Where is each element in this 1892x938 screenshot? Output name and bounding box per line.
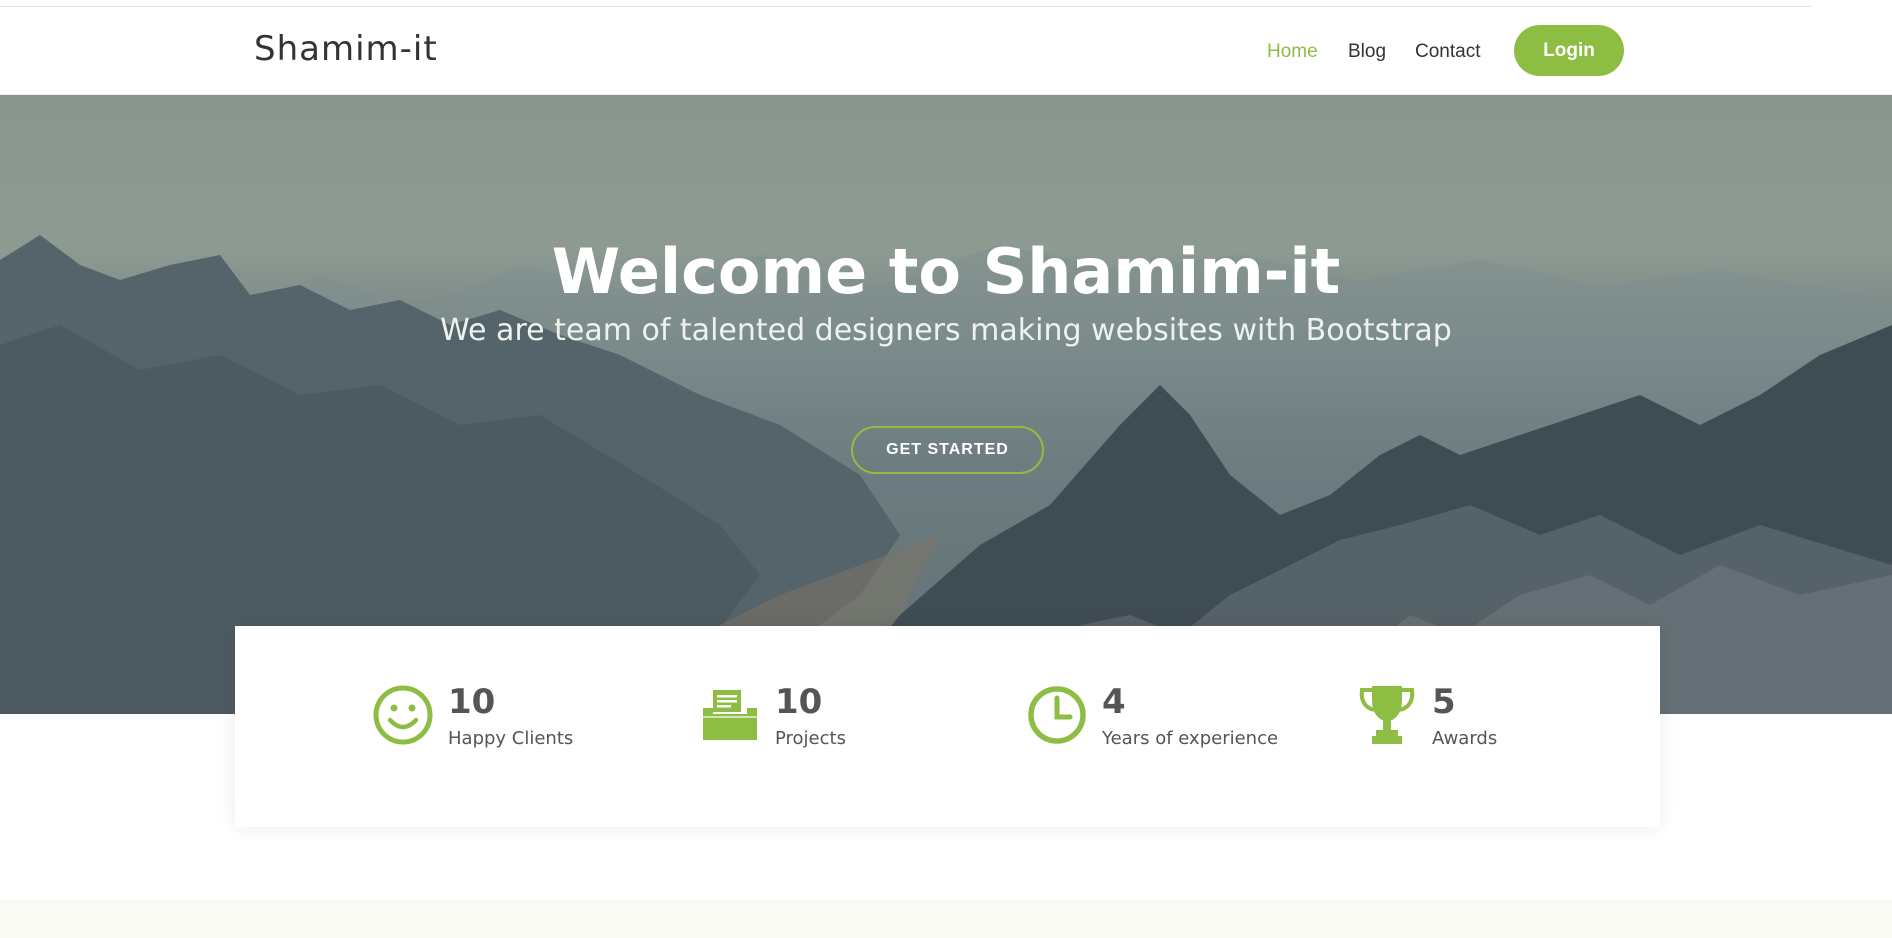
stat-value: 10 — [775, 682, 823, 722]
site-header: Shamim-it Home Blog Contact Login — [0, 7, 1892, 95]
hero-subtitle: We are team of talented designers making… — [440, 313, 1452, 348]
hero-title: Welcome to Shamim-it — [551, 235, 1341, 308]
stat-label: Awards — [1432, 728, 1498, 749]
hero-section: Welcome to Shamim-it We are team of tale… — [0, 95, 1892, 714]
stat-value: 4 — [1102, 682, 1126, 722]
nav-blog-link[interactable]: Blog — [1348, 41, 1386, 63]
get-started-button[interactable]: GET STARTED — [851, 426, 1044, 474]
stat-value: 5 — [1432, 682, 1456, 722]
clock-icon — [1028, 686, 1086, 744]
stat-label: Happy Clients — [448, 728, 574, 749]
nav-home-link[interactable]: Home — [1267, 41, 1318, 63]
stat-value: 10 — [448, 682, 496, 722]
stats-panel: 10 Happy Clients 10 Projects 4 Years of … — [235, 626, 1660, 827]
trophy-icon — [1359, 686, 1415, 744]
nav-contact-link[interactable]: Contact — [1415, 41, 1480, 63]
stat-label: Projects — [775, 728, 846, 749]
next-section-background — [0, 900, 1892, 938]
main-nav: Home Blog Contact Login — [0, 7, 1892, 95]
login-button[interactable]: Login — [1514, 25, 1624, 76]
stat-label: Years of experience — [1102, 728, 1279, 749]
mountain-background-image — [0, 235, 1892, 714]
folder-icon — [703, 690, 757, 740]
top-border — [0, 0, 1892, 7]
smiley-icon — [373, 685, 433, 745]
